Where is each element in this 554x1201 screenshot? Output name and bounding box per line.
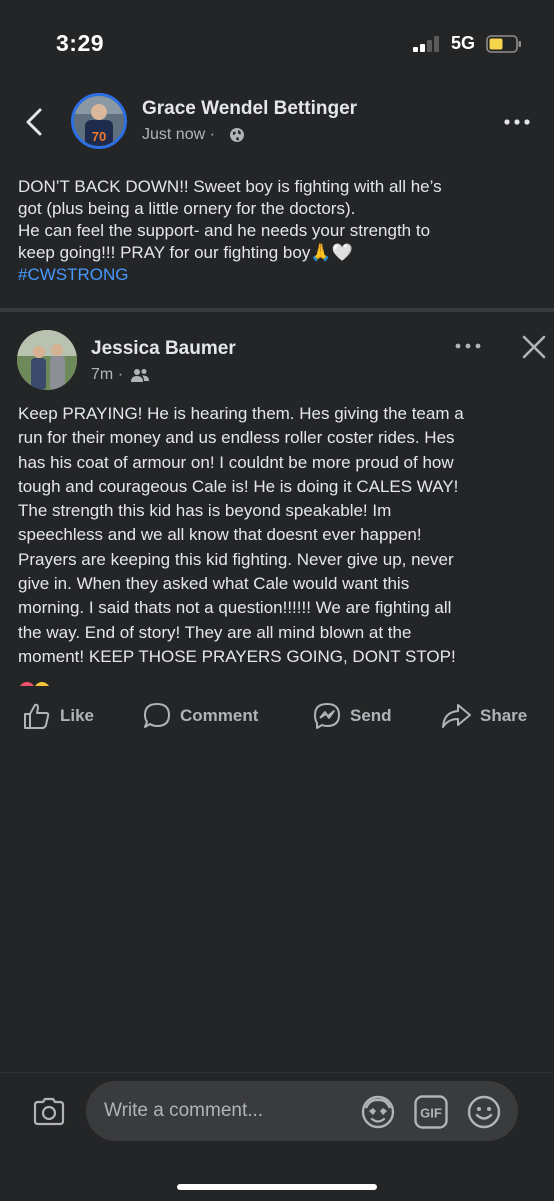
comment-text-line: moment! KEEP THOSE PRAYERS GOING, DONT S… (18, 646, 456, 666)
comment-text-line: Keep PRAYING! He is hearing them. Hes gi… (18, 404, 464, 423)
comment-text-line: The strength this kid has is beyond spea… (18, 501, 392, 521)
post-text-line: got (plus being a little ornery for the … (18, 199, 356, 218)
post-text-line: He can feel the support- and he needs yo… (18, 221, 431, 240)
comment-button[interactable]: Comment (142, 700, 258, 732)
like-icon (24, 703, 50, 729)
comment-timestamp: 7m (91, 366, 114, 383)
hashtag-link[interactable]: #CWSTRONG (18, 264, 538, 286)
section-divider (0, 308, 554, 312)
commenter-photo-icon (17, 330, 77, 390)
comment-text-line: has his coat of armour on! I couldnt be … (18, 452, 454, 472)
post-text-line: keep going!!! PRAY for our fighting boy🙏… (18, 243, 353, 262)
comment-text-line: Prayers are keeping this kid fighting. N… (18, 549, 454, 569)
comment-text-line: the way. End of story! They are all mind… (18, 622, 412, 642)
post-timestamp: Just now (142, 126, 206, 143)
post-meta-separator: · (209, 126, 215, 143)
comment-label: Comment (180, 706, 259, 725)
avatar-jersey-number: 70 (92, 129, 106, 144)
comment-text-line: give in. When they asked what Cale would… (18, 574, 410, 594)
comment-input[interactable] (104, 1081, 354, 1141)
battery-icon (486, 35, 521, 53)
signal-strength-icon (413, 36, 439, 52)
comment-icon (144, 703, 170, 728)
share-icon (442, 704, 471, 728)
like-button[interactable]: Like (22, 700, 94, 732)
messenger-icon (314, 703, 340, 729)
comment-text-line: morning. I said thats not a question!!!!… (18, 598, 452, 618)
comment-text-line: tough and courageous Cale is! He is doin… (18, 476, 459, 496)
comment-meta: 7m · (91, 366, 123, 384)
post-text-line: DON’T BACK DOWN!! Sweet boy is fighting … (18, 177, 442, 196)
commenter-name[interactable]: Jessica Baumer (91, 338, 236, 360)
commenter-avatar[interactable] (17, 330, 77, 390)
comment-text-line: speechless and we all know that doesnt e… (18, 525, 422, 545)
back-icon[interactable] (22, 106, 48, 138)
post-author-name[interactable]: Grace Wendel Bettinger (142, 98, 357, 120)
avatar-sticker-icon[interactable] (360, 1094, 396, 1130)
friends-audience-icon (131, 369, 149, 382)
emoji-icon[interactable] (466, 1094, 502, 1130)
post-meta: Just now · (142, 126, 215, 144)
send-button[interactable]: Send (312, 700, 392, 732)
author-avatar[interactable]: 70 (71, 93, 127, 149)
globe-icon (230, 128, 244, 142)
close-icon[interactable] (520, 333, 548, 361)
gif-frame-icon: GIF (414, 1095, 448, 1129)
share-label: Share (480, 706, 528, 725)
gif-label: GIF (420, 1106, 442, 1121)
comment-more-icon[interactable] (453, 334, 483, 358)
like-label: Like (60, 706, 95, 725)
more-options-icon[interactable] (501, 108, 533, 136)
post-text: DON’T BACK DOWN!! Sweet boy is fighting … (18, 176, 538, 286)
home-indicator[interactable] (177, 1184, 377, 1190)
comment-meta-separator: · (117, 366, 124, 383)
send-label: Send (350, 706, 392, 725)
comment-text: Keep PRAYING! He is hearing them. Hes gi… (18, 402, 548, 669)
camera-icon[interactable] (32, 1096, 66, 1126)
avatar-photo-icon: 70 (74, 96, 124, 146)
status-time: 3:29 (56, 30, 105, 56)
share-button[interactable]: Share (440, 700, 527, 732)
network-type: 5G (451, 33, 476, 53)
comment-text-line: run for their money and us endless rolle… (18, 428, 455, 448)
gif-icon[interactable]: GIF (414, 1095, 448, 1129)
comment-input-container[interactable] (86, 1081, 518, 1141)
